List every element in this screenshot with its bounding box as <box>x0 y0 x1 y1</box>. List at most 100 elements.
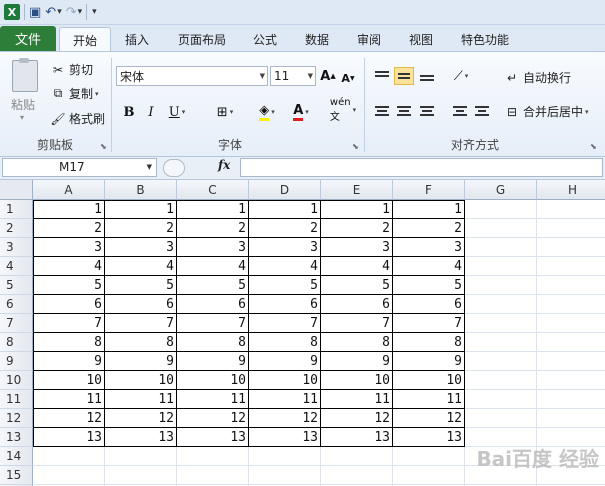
row-header[interactable]: 5 <box>0 276 33 295</box>
cell-d3[interactable]: 3 <box>249 238 321 257</box>
cell-a14[interactable] <box>33 447 105 466</box>
cell-c7[interactable]: 7 <box>177 314 249 333</box>
formula-cancel-icon[interactable] <box>163 159 185 177</box>
cell-g1[interactable] <box>465 200 537 219</box>
cell-a9[interactable]: 9 <box>33 352 105 371</box>
tab-home[interactable]: 开始 <box>59 27 111 52</box>
cell-e14[interactable] <box>321 447 393 466</box>
align-top-button[interactable] <box>372 67 392 85</box>
phonetic-button[interactable]: wén 文 ▾ <box>328 97 358 123</box>
cell-f8[interactable]: 8 <box>393 333 465 352</box>
cell-a7[interactable]: 7 <box>33 314 105 333</box>
cell-d14[interactable] <box>249 447 321 466</box>
cell-d15[interactable] <box>249 466 321 485</box>
row-header[interactable]: 14 <box>0 447 33 466</box>
cell-e15[interactable] <box>321 466 393 485</box>
cut-button[interactable]: ✂ 剪切 <box>50 61 93 78</box>
cell-c14[interactable] <box>177 447 249 466</box>
align-center-button[interactable] <box>394 102 414 120</box>
column-header-d[interactable]: D <box>249 180 321 200</box>
cell-f1[interactable]: 1 <box>393 200 465 219</box>
cell-b14[interactable] <box>105 447 177 466</box>
cell-h11[interactable] <box>537 390 605 409</box>
cell-f10[interactable]: 10 <box>393 371 465 390</box>
cell-a4[interactable]: 4 <box>33 257 105 276</box>
cell-f13[interactable]: 13 <box>393 428 465 447</box>
cell-c3[interactable]: 3 <box>177 238 249 257</box>
cell-h2[interactable] <box>537 219 605 238</box>
save-icon[interactable]: ▣ <box>29 2 41 22</box>
cell-g3[interactable] <box>465 238 537 257</box>
cell-e5[interactable]: 5 <box>321 276 393 295</box>
font-color-button[interactable]: A ▾ <box>286 102 316 122</box>
cell-a8[interactable]: 8 <box>33 333 105 352</box>
cell-e12[interactable]: 12 <box>321 409 393 428</box>
cell-b3[interactable]: 3 <box>105 238 177 257</box>
cell-f14[interactable] <box>393 447 465 466</box>
row-header[interactable]: 6 <box>0 295 33 314</box>
cell-c15[interactable] <box>177 466 249 485</box>
cell-c6[interactable]: 6 <box>177 295 249 314</box>
wrap-text-button[interactable]: ↵ 自动换行 <box>504 69 571 86</box>
cell-c11[interactable]: 11 <box>177 390 249 409</box>
tab-view[interactable]: 视图 <box>401 27 441 51</box>
cell-h7[interactable] <box>537 314 605 333</box>
italic-button[interactable]: I <box>142 102 160 122</box>
cell-a12[interactable]: 12 <box>33 409 105 428</box>
column-header-e[interactable]: E <box>321 180 393 200</box>
tab-review[interactable]: 审阅 <box>349 27 389 51</box>
fill-color-button[interactable]: ◈ ▾ <box>252 102 282 122</box>
cell-a13[interactable]: 13 <box>33 428 105 447</box>
font-name-combo[interactable]: 宋体 ▼ <box>116 66 268 86</box>
excel-logo-icon[interactable]: X <box>4 2 20 22</box>
cell-b12[interactable]: 12 <box>105 409 177 428</box>
cell-a2[interactable]: 2 <box>33 219 105 238</box>
cell-d6[interactable]: 6 <box>249 295 321 314</box>
grow-font-button[interactable]: A ▲ <box>320 66 336 86</box>
cell-f6[interactable]: 6 <box>393 295 465 314</box>
cell-b10[interactable]: 10 <box>105 371 177 390</box>
copy-button[interactable]: ⧉ 复制 ▾ <box>50 85 99 102</box>
cell-e8[interactable]: 8 <box>321 333 393 352</box>
worksheet-grid[interactable]: ABCDEFGH 1111111222222233333334444444555… <box>0 180 605 486</box>
cell-b13[interactable]: 13 <box>105 428 177 447</box>
cell-g5[interactable] <box>465 276 537 295</box>
cell-h6[interactable] <box>537 295 605 314</box>
name-box[interactable]: M17 ▼ <box>2 158 157 177</box>
border-button[interactable]: ⊞ ▾ <box>210 102 240 122</box>
cell-h1[interactable] <box>537 200 605 219</box>
align-middle-button[interactable] <box>394 67 414 85</box>
cell-e9[interactable]: 9 <box>321 352 393 371</box>
cell-d8[interactable]: 8 <box>249 333 321 352</box>
underline-button[interactable]: U ▾ <box>164 102 190 122</box>
cell-e7[interactable]: 7 <box>321 314 393 333</box>
formula-input[interactable] <box>240 158 603 177</box>
align-bottom-button[interactable] <box>417 67 437 85</box>
cell-a3[interactable]: 3 <box>33 238 105 257</box>
row-header[interactable]: 7 <box>0 314 33 333</box>
tab-page-layout[interactable]: 页面布局 <box>170 27 234 51</box>
cell-e1[interactable]: 1 <box>321 200 393 219</box>
cell-e4[interactable]: 4 <box>321 257 393 276</box>
row-header[interactable]: 2 <box>0 219 33 238</box>
cell-d9[interactable]: 9 <box>249 352 321 371</box>
cell-f4[interactable]: 4 <box>393 257 465 276</box>
cell-e3[interactable]: 3 <box>321 238 393 257</box>
cell-b4[interactable]: 4 <box>105 257 177 276</box>
cell-f9[interactable]: 9 <box>393 352 465 371</box>
cell-h3[interactable] <box>537 238 605 257</box>
cell-c2[interactable]: 2 <box>177 219 249 238</box>
tab-file[interactable]: 文件 <box>0 26 56 51</box>
tab-special-features[interactable]: 特色功能 <box>452 27 518 51</box>
cell-d11[interactable]: 11 <box>249 390 321 409</box>
cell-c13[interactable]: 13 <box>177 428 249 447</box>
orientation-button[interactable]: ⟋ ▾ <box>448 66 474 86</box>
cell-g4[interactable] <box>465 257 537 276</box>
cell-b7[interactable]: 7 <box>105 314 177 333</box>
row-header[interactable]: 12 <box>0 409 33 428</box>
cell-d7[interactable]: 7 <box>249 314 321 333</box>
cell-e2[interactable]: 2 <box>321 219 393 238</box>
cell-c4[interactable]: 4 <box>177 257 249 276</box>
row-header[interactable]: 8 <box>0 333 33 352</box>
cell-f5[interactable]: 5 <box>393 276 465 295</box>
